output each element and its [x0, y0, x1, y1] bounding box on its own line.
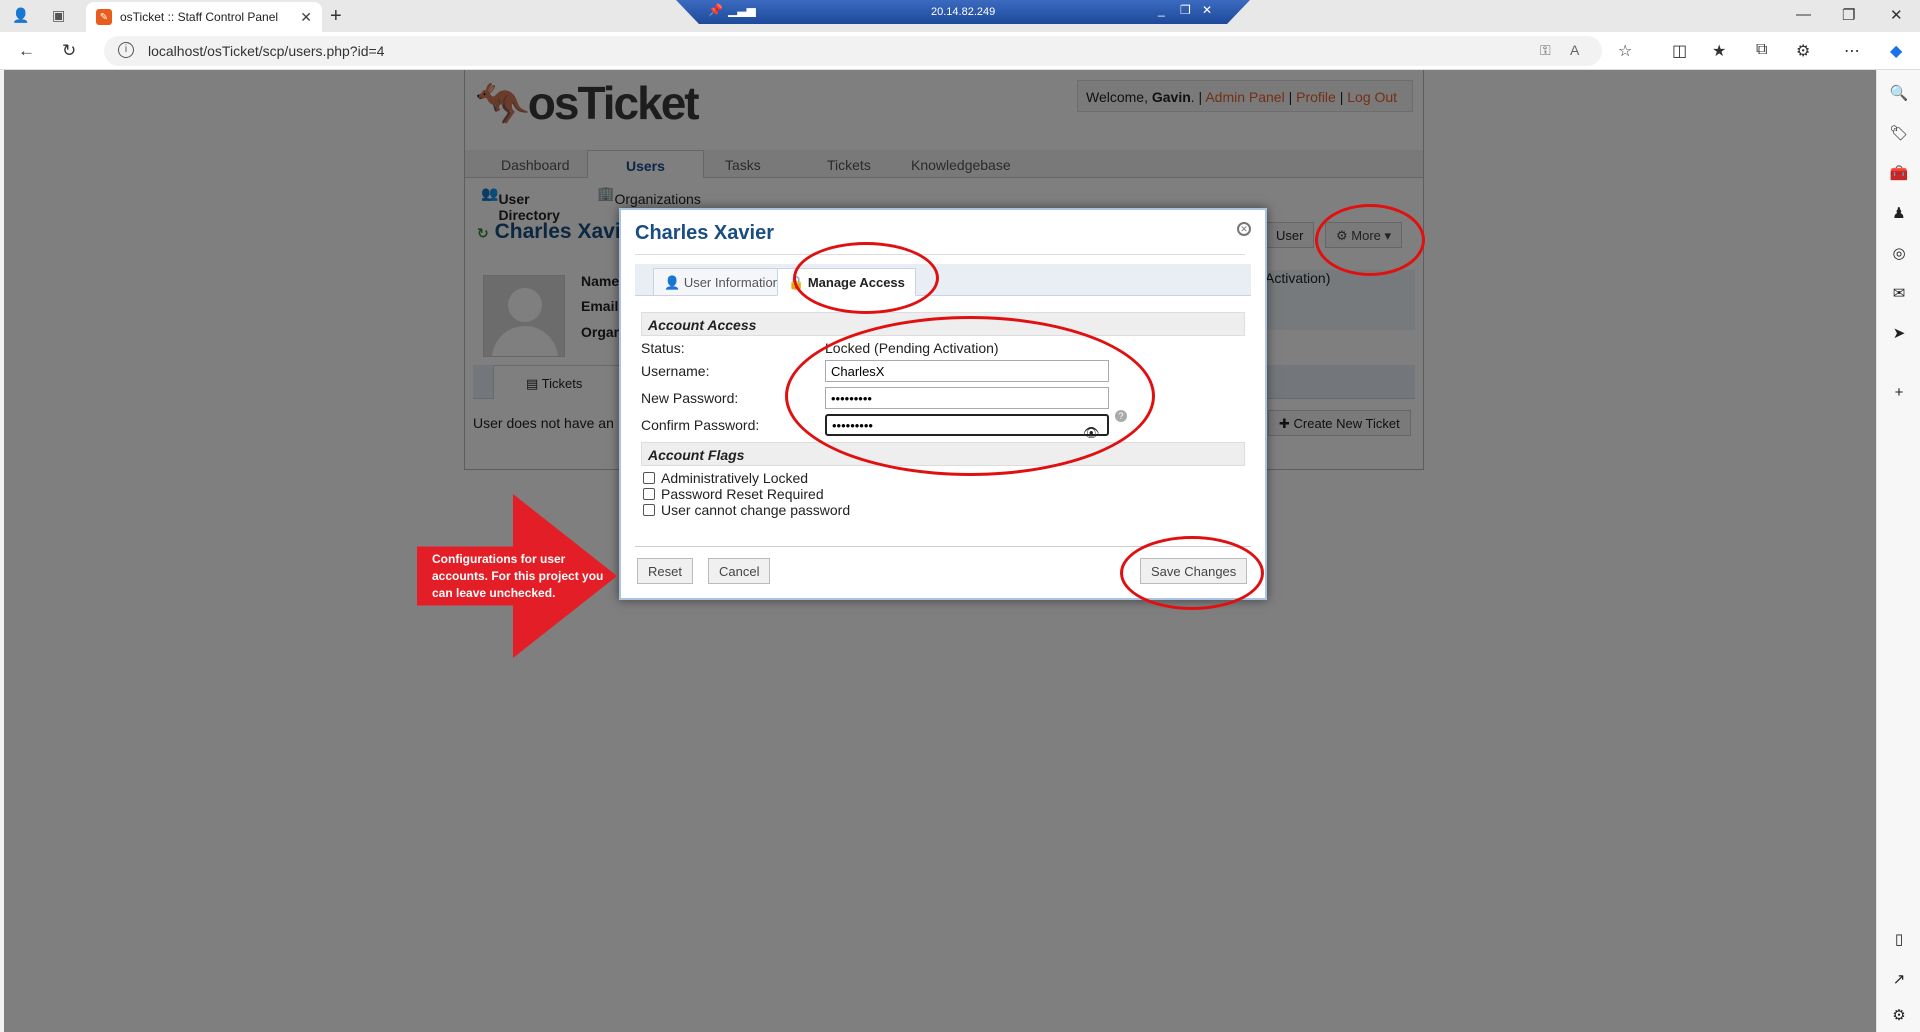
favorites-icon[interactable]: ★ [1712, 41, 1726, 61]
settings-icon[interactable]: ⚙ [1889, 1006, 1909, 1026]
tab-actions-icon[interactable]: ▣ [52, 7, 65, 24]
divider [635, 254, 1245, 255]
close-dialog-icon[interactable]: ✕ [1237, 222, 1251, 236]
split-screen-icon[interactable]: ◫ [1672, 41, 1687, 61]
signal-icon: ▁▃▅ [728, 3, 756, 17]
url-text[interactable]: localhost/osTicket/scp/users.php?id=4 [148, 43, 384, 59]
tab-user-information[interactable]: 👤 User Information [653, 268, 791, 296]
shopping-icon[interactable]: 🏷 [1889, 124, 1909, 144]
copilot-icon[interactable]: ◆ [1890, 41, 1902, 61]
browser-tab-bar: 👤 ▣ ✎ osTicket :: Staff Control Panel ✕ … [0, 0, 1920, 32]
cancel-button[interactable]: Cancel [708, 558, 771, 584]
tools-icon[interactable]: 🧰 [1889, 164, 1909, 184]
office-icon[interactable]: ◎ [1889, 244, 1909, 264]
annotation-circle-save [1120, 536, 1264, 610]
checkbox[interactable] [643, 472, 655, 484]
sidebar-layout-icon[interactable]: ▯ [1889, 930, 1909, 950]
close-tab-icon[interactable]: ✕ [300, 9, 312, 26]
flag-admin-locked[interactable]: Administratively Locked [643, 470, 808, 486]
address-toolbar: ← ↻ i localhost/osTicket/scp/users.php?i… [0, 32, 1920, 70]
favorite-star-icon[interactable]: ☆ [1618, 41, 1632, 61]
read-aloud-icon[interactable]: A [1570, 42, 1579, 58]
outlook-icon[interactable]: ✉ [1889, 284, 1909, 304]
remote-desktop-bar: 📌 ▁▃▅ 20.14.82.249 _ ❐ ✕ [676, 0, 1250, 24]
back-icon[interactable]: ← [18, 41, 35, 61]
confirm-password-label: Confirm Password: [641, 417, 760, 433]
dialog-title: Charles Xavier [635, 222, 774, 244]
checkbox[interactable] [643, 488, 655, 500]
remote-minimize-icon[interactable]: _ [1158, 3, 1165, 17]
reset-button[interactable]: Reset [637, 558, 693, 584]
remote-ip: 20.14.82.249 [931, 6, 996, 18]
remote-restore-icon[interactable]: ❐ [1180, 3, 1191, 17]
annotation-text: Configurations for user accounts. For th… [432, 552, 604, 600]
annotation-circle-more [1315, 204, 1425, 276]
search-icon[interactable]: 🔍 [1889, 84, 1909, 104]
games-icon[interactable]: ♟ [1889, 204, 1909, 224]
browser-tab[interactable]: ✎ osTicket :: Staff Control Panel ✕ [86, 2, 322, 32]
extensions-icon[interactable]: ⚙ [1796, 41, 1810, 61]
username-label: Username: [641, 363, 710, 379]
tab-title: osTicket :: Staff Control Panel [120, 10, 279, 24]
profile-icon[interactable]: 👤 [12, 7, 29, 24]
refresh-icon[interactable]: ↻ [62, 41, 76, 61]
remote-close-icon[interactable]: ✕ [1202, 3, 1212, 17]
send-icon[interactable]: ➤ [1889, 324, 1909, 344]
key-icon[interactable]: ⚿ [1540, 42, 1551, 59]
add-sidebar-icon[interactable]: + [1889, 384, 1909, 404]
minimize-icon[interactable]: — [1796, 6, 1811, 23]
status-label: Status: [641, 340, 685, 356]
osticket-favicon-icon: ✎ [96, 9, 112, 25]
maximize-icon[interactable]: ❐ [1842, 6, 1855, 24]
site-info-icon[interactable]: i [118, 42, 134, 58]
external-link-icon[interactable]: ↗ [1889, 970, 1909, 990]
new-tab-button[interactable]: + [330, 5, 342, 28]
page-content: 🦘osTicket Welcome, Gavin. | Admin Panel … [4, 70, 1876, 1032]
more-menu-icon[interactable]: ⋯ [1844, 41, 1860, 61]
annotation-circle-manage-access [793, 242, 939, 314]
edge-sidebar: 🔍 🏷 🧰 ♟ ◎ ✉ ➤ + ▯ ↗ ⚙ [1876, 70, 1920, 1032]
collections-icon[interactable]: ⧉ [1756, 41, 1767, 59]
annotation-circle-credentials [785, 316, 1155, 476]
checkbox[interactable] [643, 504, 655, 516]
flag-cannot-change-password[interactable]: User cannot change password [643, 502, 850, 518]
address-bar[interactable]: i localhost/osTicket/scp/users.php?id=4 … [104, 36, 1602, 66]
dialog-tabs: 👤 User Information 🔒 Manage Access [635, 264, 1251, 296]
new-password-label: New Password: [641, 390, 739, 406]
pin-icon[interactable]: 📌 [708, 3, 723, 17]
flag-password-reset[interactable]: Password Reset Required [643, 486, 824, 502]
close-window-icon[interactable]: ✕ [1890, 6, 1903, 24]
